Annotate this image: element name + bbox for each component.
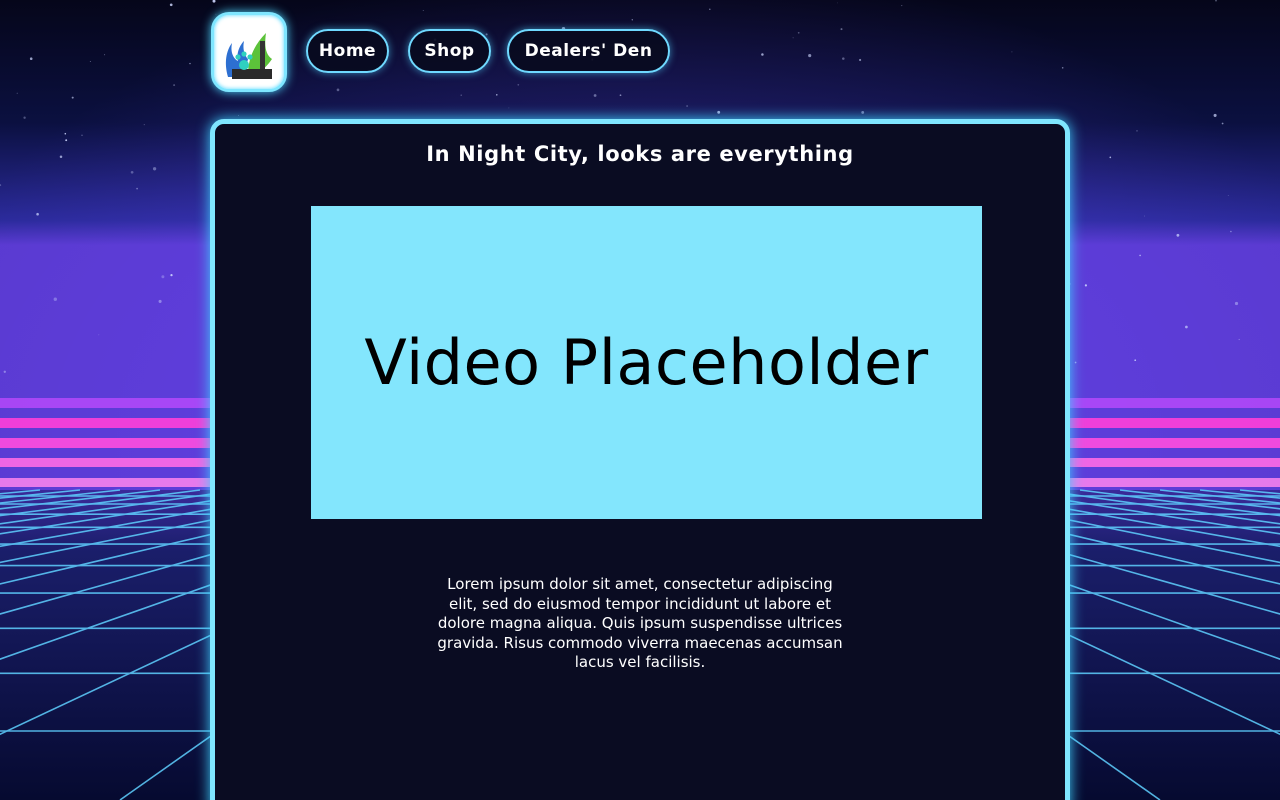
nav-shop-button[interactable]: Shop [408, 29, 491, 73]
body-paragraph: Lorem ipsum dolor sit amet, consectetur … [437, 575, 843, 671]
nav-shop-label: Shop [424, 41, 475, 61]
nav-home-button[interactable]: Home [306, 29, 389, 73]
video-placeholder[interactable]: Video Placeholder [311, 206, 982, 519]
paw-leaf-city-logo-icon [225, 33, 272, 79]
page-title: In Night City, looks are everything [426, 142, 854, 166]
main-content-panel: In Night City, looks are everything Vide… [210, 119, 1070, 800]
site-logo[interactable] [211, 12, 287, 92]
nav-dealers-den-button[interactable]: Dealers' Den [507, 29, 670, 73]
video-placeholder-label: Video Placeholder [364, 326, 929, 399]
nav-dealers-den-label: Dealers' Den [524, 41, 653, 61]
nav-home-label: Home [318, 41, 377, 61]
